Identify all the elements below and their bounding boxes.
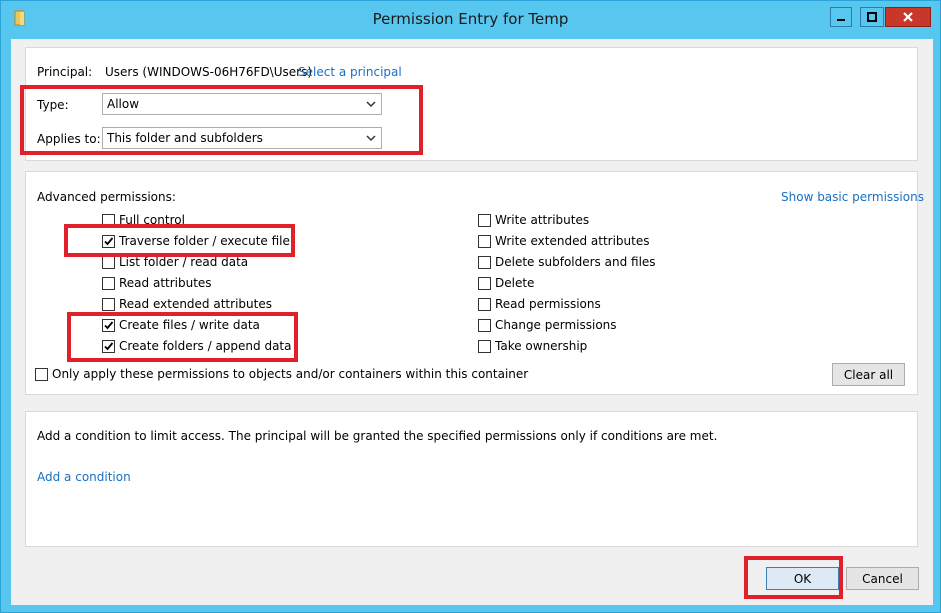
permission-checkbox[interactable]: [478, 255, 491, 269]
principal-section: Principal: Users (WINDOWS-06H76FD\Users)…: [25, 47, 918, 161]
principal-label: Principal:: [37, 65, 93, 79]
permission-label: Read permissions: [495, 297, 601, 311]
permission-checkbox[interactable]: [102, 339, 115, 353]
permission-checkbox-row[interactable]: Delete subfolders and files: [478, 254, 656, 270]
chevron-down-icon: [366, 135, 376, 142]
permission-checkbox-row[interactable]: Create folders / append data: [102, 338, 291, 354]
cancel-button[interactable]: Cancel: [846, 567, 919, 590]
only-apply-label: Only apply these permissions to objects …: [52, 367, 529, 381]
permission-checkbox-row[interactable]: Read attributes: [102, 275, 212, 291]
permission-checkbox-row[interactable]: Write attributes: [478, 212, 589, 228]
permission-checkbox[interactable]: [478, 276, 491, 290]
permission-checkbox[interactable]: [478, 318, 491, 332]
permission-label: Change permissions: [495, 318, 617, 332]
permission-checkbox-row[interactable]: Write extended attributes: [478, 233, 650, 249]
permission-label: Take ownership: [495, 339, 588, 353]
add-condition-link[interactable]: Add a condition: [37, 470, 131, 484]
window-title: Permission Entry for Temp: [372, 10, 569, 28]
permission-label: Full control: [119, 213, 185, 227]
permission-checkbox[interactable]: [102, 213, 115, 227]
permission-checkbox-row[interactable]: List folder / read data: [102, 254, 248, 270]
permission-checkbox-row[interactable]: Create files / write data: [102, 317, 260, 333]
checkmark-icon: [104, 236, 114, 245]
condition-description: Add a condition to limit access. The pri…: [37, 429, 718, 443]
permission-label: Delete subfolders and files: [495, 255, 656, 269]
permission-checkbox[interactable]: [102, 234, 115, 248]
type-select[interactable]: Allow: [102, 93, 382, 115]
permission-checkbox-row[interactable]: Read extended attributes: [102, 296, 272, 312]
type-label: Type:: [37, 98, 69, 112]
permission-label: Read extended attributes: [119, 297, 272, 311]
checkmark-icon: [104, 341, 114, 350]
permission-checkbox-row[interactable]: Take ownership: [478, 338, 587, 354]
show-basic-permissions-link[interactable]: Show basic permissions: [781, 190, 924, 204]
permission-checkbox[interactable]: [102, 297, 115, 311]
checkmark-icon: [104, 320, 114, 329]
close-icon: [903, 12, 913, 22]
dialog-window: Permission Entry for Temp Principal: Use…: [0, 0, 941, 613]
permission-checkbox[interactable]: [102, 276, 115, 290]
permission-checkbox[interactable]: [478, 339, 491, 353]
permission-checkbox[interactable]: [478, 213, 491, 227]
permission-checkbox[interactable]: [478, 297, 491, 311]
permission-label: List folder / read data: [119, 255, 249, 269]
permission-label: Read attributes: [119, 276, 212, 290]
clear-all-button[interactable]: Clear all: [832, 363, 905, 386]
applies-to-select[interactable]: This folder and subfolders: [102, 127, 382, 149]
maximize-icon: [867, 12, 877, 22]
permission-checkbox-row[interactable]: Delete: [478, 275, 534, 291]
only-apply-checkbox[interactable]: [35, 367, 48, 381]
permission-label: Create files / write data: [119, 318, 260, 332]
only-apply-checkbox-row[interactable]: Only apply these permissions to objects …: [35, 366, 528, 382]
select-principal-link[interactable]: Select a principal: [298, 65, 402, 79]
permission-checkbox[interactable]: [102, 318, 115, 332]
permission-checkbox[interactable]: [478, 234, 491, 248]
permission-label: Write attributes: [495, 213, 590, 227]
title-bar[interactable]: Permission Entry for Temp: [1, 1, 940, 39]
maximize-button[interactable]: [860, 7, 884, 27]
permission-label: Create folders / append data: [119, 339, 292, 353]
permission-checkbox-row[interactable]: Full control: [102, 212, 185, 228]
close-button[interactable]: [885, 7, 931, 27]
permission-label: Delete: [495, 276, 535, 290]
chevron-down-icon: [366, 101, 376, 108]
minimize-icon: [837, 19, 845, 21]
dialog-client-area: Principal: Users (WINDOWS-06H76FD\Users)…: [11, 39, 933, 605]
applies-to-label: Applies to:: [37, 132, 101, 146]
principal-value: Users (WINDOWS-06H76FD\Users): [105, 65, 313, 79]
permission-checkbox-row[interactable]: Change permissions: [478, 317, 617, 333]
permission-label: Traverse folder / execute file: [119, 234, 290, 248]
permission-label: Write extended attributes: [495, 234, 650, 248]
permission-checkbox[interactable]: [102, 255, 115, 269]
ok-button[interactable]: OK: [766, 567, 839, 590]
advanced-permissions-title: Advanced permissions:: [37, 190, 176, 204]
type-select-value: Allow: [107, 97, 140, 111]
permission-checkbox-row[interactable]: Read permissions: [478, 296, 601, 312]
permission-checkbox-row[interactable]: Traverse folder / execute file: [102, 233, 290, 249]
minimize-button[interactable]: [830, 7, 852, 27]
condition-section: Add a condition to limit access. The pri…: [25, 411, 918, 547]
advanced-permissions-section: Advanced permissions: Show basic permiss…: [25, 171, 924, 395]
applies-to-select-value: This folder and subfolders: [107, 131, 263, 145]
